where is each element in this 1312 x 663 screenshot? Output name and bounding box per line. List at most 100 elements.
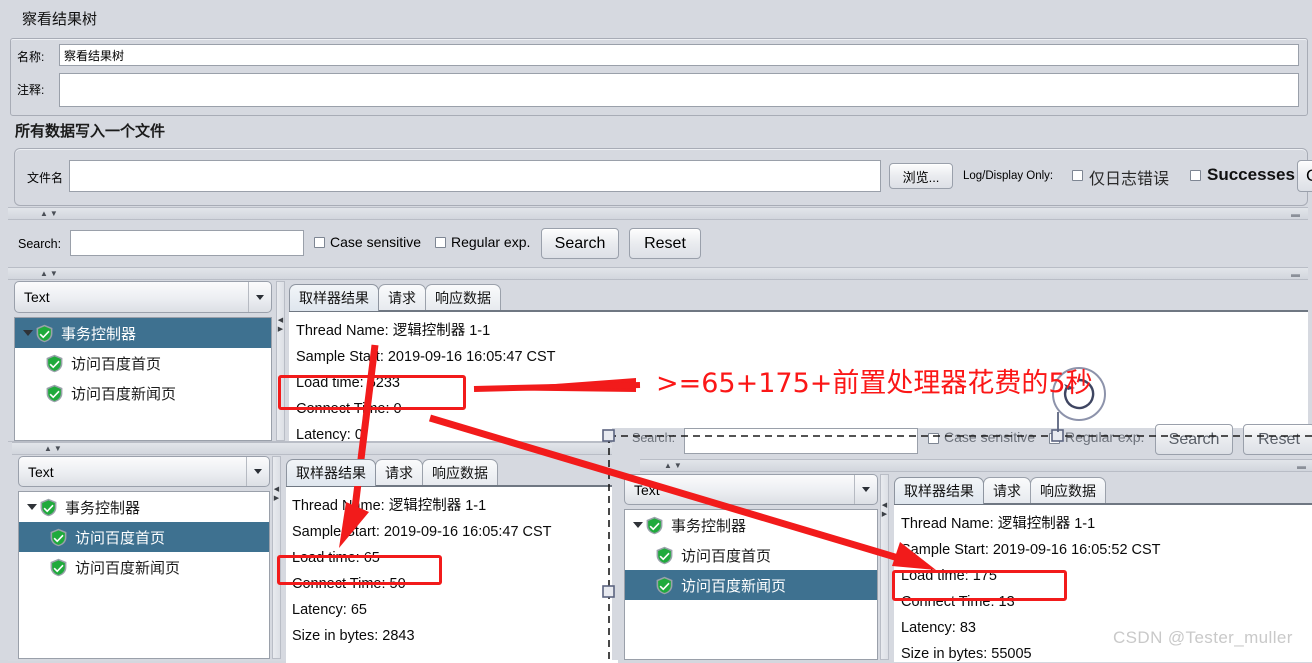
shield-success-icon — [36, 324, 53, 342]
errors-checkbox-label[interactable]: 仅日志错误 — [1089, 165, 1169, 189]
regular-exp-label-2[interactable]: Regular exp. — [1065, 429, 1144, 445]
tree-row-root[interactable]: 事务控制器 — [19, 492, 269, 522]
shield-success-icon — [46, 384, 63, 402]
tree-row-child-0[interactable]: 访问百度首页 — [15, 348, 271, 378]
chevron-down-icon[interactable] — [248, 282, 271, 312]
tab-sampler-result[interactable]: 取样器结果 — [289, 284, 379, 311]
regular-exp-checkbox[interactable] — [435, 237, 446, 248]
tab-request[interactable]: 请求 — [375, 459, 423, 486]
result-tree-br[interactable]: 事务控制器 访问百度首页 访问百度新闻页 — [624, 509, 878, 660]
tab-response-data[interactable]: 响应数据 — [425, 284, 501, 311]
tab-sampler-result[interactable]: 取样器结果 — [286, 459, 376, 486]
vertical-split-handle-br[interactable]: ◀ ▶ — [880, 474, 889, 660]
tabstrip-bl: 取样器结果 请求 响应数据 — [286, 458, 498, 486]
case-sensitive-label-2[interactable]: Case sensitive — [944, 429, 1035, 445]
renderer-combo-bl-value: Text — [28, 463, 54, 480]
shield-success-icon — [646, 516, 663, 534]
browse-button[interactable]: 浏览... — [889, 163, 953, 189]
renderer-combo-top[interactable]: Text — [14, 281, 272, 313]
configure-button[interactable]: C — [1297, 160, 1312, 192]
expand-arrow-icon[interactable] — [25, 504, 39, 510]
vertical-split-handle-bl[interactable]: ◀ ▶ — [272, 456, 281, 659]
tab-response-data[interactable]: 响应数据 — [422, 459, 498, 486]
chevron-down-icon[interactable] — [246, 457, 269, 486]
viewresults-tree-window: 察看结果树 名称: 察看结果树 注释: 所有数据写入一个文件 文件名 浏览...… — [0, 0, 1312, 663]
expand-arrow-icon[interactable] — [21, 330, 35, 336]
filename-label: 文件名 — [27, 171, 64, 185]
case-sensitive-label[interactable]: Case sensitive — [330, 234, 421, 250]
regular-exp-checkbox-2[interactable] — [1049, 433, 1060, 444]
name-input[interactable]: 察看结果树 — [59, 44, 1299, 66]
result-tree-bl[interactable]: 事务控制器 访问百度首页 访问百度新闻页 — [18, 491, 270, 659]
log-display-only-label: Log/Display Only: — [963, 170, 1054, 182]
search-label: Search: — [18, 237, 62, 251]
tree-row-child-1[interactable]: 访问百度新闻页 — [19, 552, 269, 582]
tab-request[interactable]: 请求 — [378, 284, 426, 311]
tree-row-child-0-label: 访问百度首页 — [71, 354, 162, 373]
shield-success-icon — [50, 528, 67, 546]
annotation-text: >=65+175+前置处理器花费的5秒 — [656, 368, 1093, 399]
tree-row-child-1-label: 访问百度新闻页 — [71, 384, 177, 403]
result-line-0: Thread Name: 逻辑控制器 1-1 — [901, 516, 1096, 532]
file-group-box: 文件名 浏览... Log/Display Only: 仅日志错误 Succes… — [14, 148, 1312, 206]
search-bar-1: Search: Case sensitive Regular exp. Sear… — [8, 220, 1308, 268]
result-line-0: Thread Name: 逻辑控制器 1-1 — [292, 498, 487, 514]
result-line-1: Sample Start: 2019-09-16 16:05:47 CST — [292, 524, 552, 540]
bottom-left-window: ▲▼ Text 事务控制器 访问百度首页 访问百度新闻页 ◀ ▶ 取样器结果 请… — [8, 441, 618, 663]
renderer-combo-bl[interactable]: Text — [18, 456, 270, 487]
search-input[interactable] — [70, 230, 304, 256]
tree-row-child-1[interactable]: 访问百度新闻页 — [625, 570, 877, 600]
case-sensitive-checkbox[interactable] — [314, 237, 325, 248]
tree-row-child-0[interactable]: 访问百度首页 — [625, 540, 877, 570]
tab-sampler-result[interactable]: 取样器结果 — [894, 477, 984, 504]
chevron-down-icon[interactable] — [854, 475, 877, 504]
tree-row-child-1[interactable]: 访问百度新闻页 — [15, 378, 271, 408]
expand-arrow-icon[interactable] — [631, 522, 645, 528]
errors-checkbox[interactable] — [1072, 170, 1083, 181]
comment-label: 注释: — [17, 83, 45, 97]
watermark: CSDN @Tester_muller — [1113, 628, 1293, 647]
search-label-2: Search: — [632, 431, 676, 445]
renderer-combo-br[interactable]: Text — [624, 474, 878, 505]
search-button[interactable]: Search — [541, 228, 619, 259]
renderer-combo-br-value: Text — [634, 481, 660, 498]
search-input-2[interactable] — [684, 428, 918, 454]
search-button-2[interactable]: Search — [1155, 424, 1233, 455]
tab-response-data[interactable]: 响应数据 — [1030, 477, 1106, 504]
vertical-split-handle-top[interactable]: ◀ ▶ — [276, 281, 285, 441]
filename-input[interactable] — [69, 160, 881, 192]
result-line-3: Connect Time: 50 — [292, 576, 406, 592]
successes-checkbox[interactable] — [1190, 170, 1201, 181]
result-tree-top[interactable]: 事务控制器 访问百度首页 访问百度新闻页 — [14, 317, 272, 441]
reset-button[interactable]: Reset — [629, 228, 701, 259]
split-divider-2[interactable]: ▲▼ ▬ — [8, 267, 1308, 280]
split-divider-br[interactable]: ▲▼ ▬ — [640, 459, 1312, 472]
tree-row-root-label: 事务控制器 — [671, 516, 747, 535]
tree-row-child-0-label: 访问百度首页 — [75, 528, 166, 547]
shield-success-icon — [40, 498, 57, 516]
tree-row-root[interactable]: 事务控制器 — [15, 318, 271, 348]
sampler-result-body-bl: Thread Name: 逻辑控制器 1-1 Sample Start: 201… — [286, 485, 618, 663]
renderer-combo-top-value: Text — [24, 289, 50, 305]
reset-button-2[interactable]: Reset — [1243, 424, 1312, 455]
regular-exp-label[interactable]: Regular exp. — [451, 234, 530, 250]
shield-success-icon — [50, 558, 67, 576]
tree-row-root-label: 事务控制器 — [61, 324, 137, 343]
result-line-0: Thread Name: 逻辑控制器 1-1 — [296, 323, 491, 339]
name-comment-group: 名称: 察看结果树 注释: — [10, 38, 1308, 116]
tree-row-root[interactable]: 事务控制器 — [625, 510, 877, 540]
tab-request[interactable]: 请求 — [983, 477, 1031, 504]
result-line-5: Size in bytes: 2843 — [292, 628, 415, 644]
result-line-1: Sample Start: 2019-09-16 16:05:52 CST — [901, 542, 1161, 558]
shield-success-icon — [656, 576, 673, 594]
split-divider-bl[interactable]: ▲▼ — [12, 442, 614, 455]
tree-row-child-0-label: 访问百度首页 — [681, 546, 772, 565]
case-sensitive-checkbox-2[interactable] — [928, 433, 939, 444]
result-line-4: Latency: 65 — [292, 602, 367, 618]
successes-checkbox-label[interactable]: Successes — [1207, 165, 1295, 185]
split-divider-1[interactable]: ▲▼ ▬ — [8, 207, 1308, 220]
tree-row-child-0[interactable]: 访问百度首页 — [19, 522, 269, 552]
tree-row-root-label: 事务控制器 — [65, 498, 141, 517]
comment-input[interactable] — [59, 73, 1299, 107]
tree-row-child-1-label: 访问百度新闻页 — [75, 558, 181, 577]
